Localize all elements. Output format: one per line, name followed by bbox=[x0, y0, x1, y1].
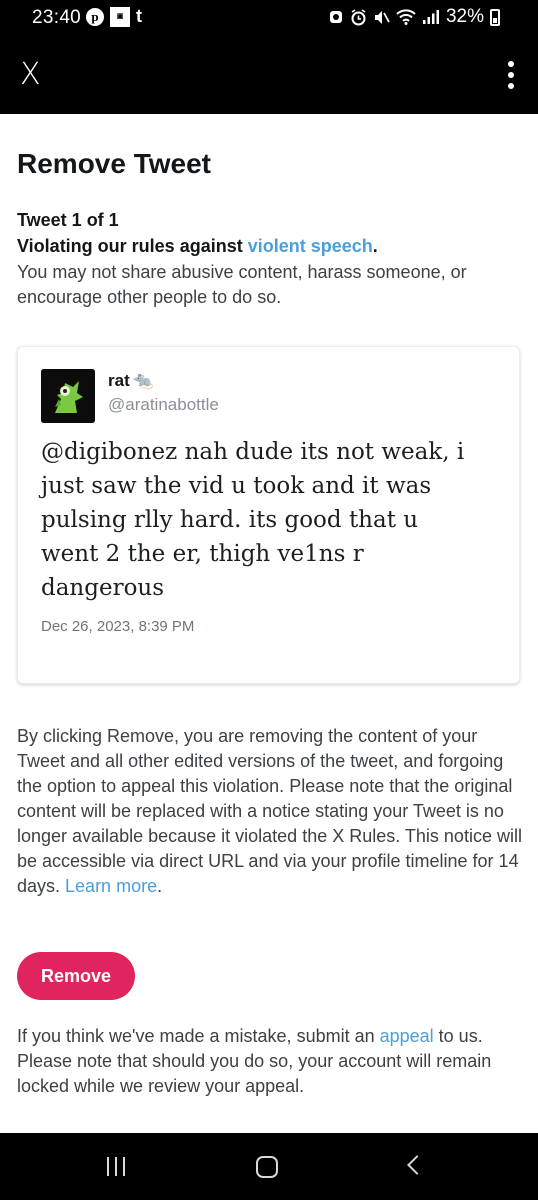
tweet-card: rat 🐀 @aratinabottle @digibonez nah dude … bbox=[17, 346, 520, 684]
tumblr-icon: t bbox=[136, 6, 142, 26]
tweet-count: Tweet 1 of 1 bbox=[17, 210, 119, 230]
violent-speech-link[interactable]: violent speech bbox=[248, 236, 373, 256]
app-badge-icon: ▣ bbox=[110, 6, 130, 27]
notification-icons: p ▣ t bbox=[86, 6, 142, 27]
pinterest-icon: p bbox=[86, 7, 104, 26]
violation-line: Violating our rules against violent spee… bbox=[17, 236, 378, 257]
user-handle: @aratinabottle bbox=[108, 395, 219, 414]
appeal-info: If you think we've made a mistake, submi… bbox=[17, 1024, 517, 1099]
system-nav-bar bbox=[0, 1133, 538, 1200]
battery-icon bbox=[490, 8, 500, 26]
alarm-icon bbox=[351, 8, 366, 25]
tweet-date: Dec 26, 2023, 8:39 PM bbox=[41, 618, 195, 635]
avatar bbox=[41, 369, 95, 423]
wifi-icon bbox=[396, 9, 416, 25]
more-vertical-icon[interactable] bbox=[508, 61, 514, 89]
violation-suffix: . bbox=[372, 236, 378, 256]
close-button[interactable]: X bbox=[20, 58, 41, 92]
display-name: rat 🐀 bbox=[108, 371, 154, 391]
violation-prefix: Violating our rules against bbox=[17, 236, 248, 256]
recent-apps-icon[interactable] bbox=[107, 1157, 125, 1176]
learn-more-link[interactable]: Learn more bbox=[65, 876, 157, 896]
removal-info-text: By clicking Remove, you are removing the… bbox=[17, 726, 522, 896]
rat-icon: 🐀 bbox=[132, 371, 154, 390]
removal-info-suffix: . bbox=[157, 876, 163, 896]
back-icon[interactable] bbox=[407, 1155, 427, 1175]
app-bar: X bbox=[0, 36, 538, 114]
status-time: 23:40 bbox=[32, 7, 82, 28]
system-icons: 32% bbox=[328, 6, 500, 28]
appeal-prefix: If you think we've made a mistake, submi… bbox=[17, 1026, 380, 1046]
remove-button[interactable]: Remove bbox=[17, 952, 135, 1000]
status-bar: 23:40 p ▣ t 32% bbox=[0, 0, 538, 36]
mute-icon bbox=[374, 10, 390, 24]
page-title: Remove Tweet bbox=[17, 148, 211, 179]
display-name-text: rat bbox=[108, 371, 130, 390]
signal-icon bbox=[422, 10, 439, 24]
appeal-link[interactable]: appeal bbox=[380, 1026, 434, 1046]
battery-percent: 32% bbox=[445, 6, 484, 27]
violation-description: You may not share abusive content, haras… bbox=[17, 262, 467, 307]
home-icon[interactable] bbox=[256, 1156, 278, 1178]
tweet-text: @digibonez nah dude its not weak, i just… bbox=[41, 439, 465, 601]
removal-info: By clicking Remove, you are removing the… bbox=[17, 724, 522, 899]
sync-icon bbox=[329, 11, 342, 23]
